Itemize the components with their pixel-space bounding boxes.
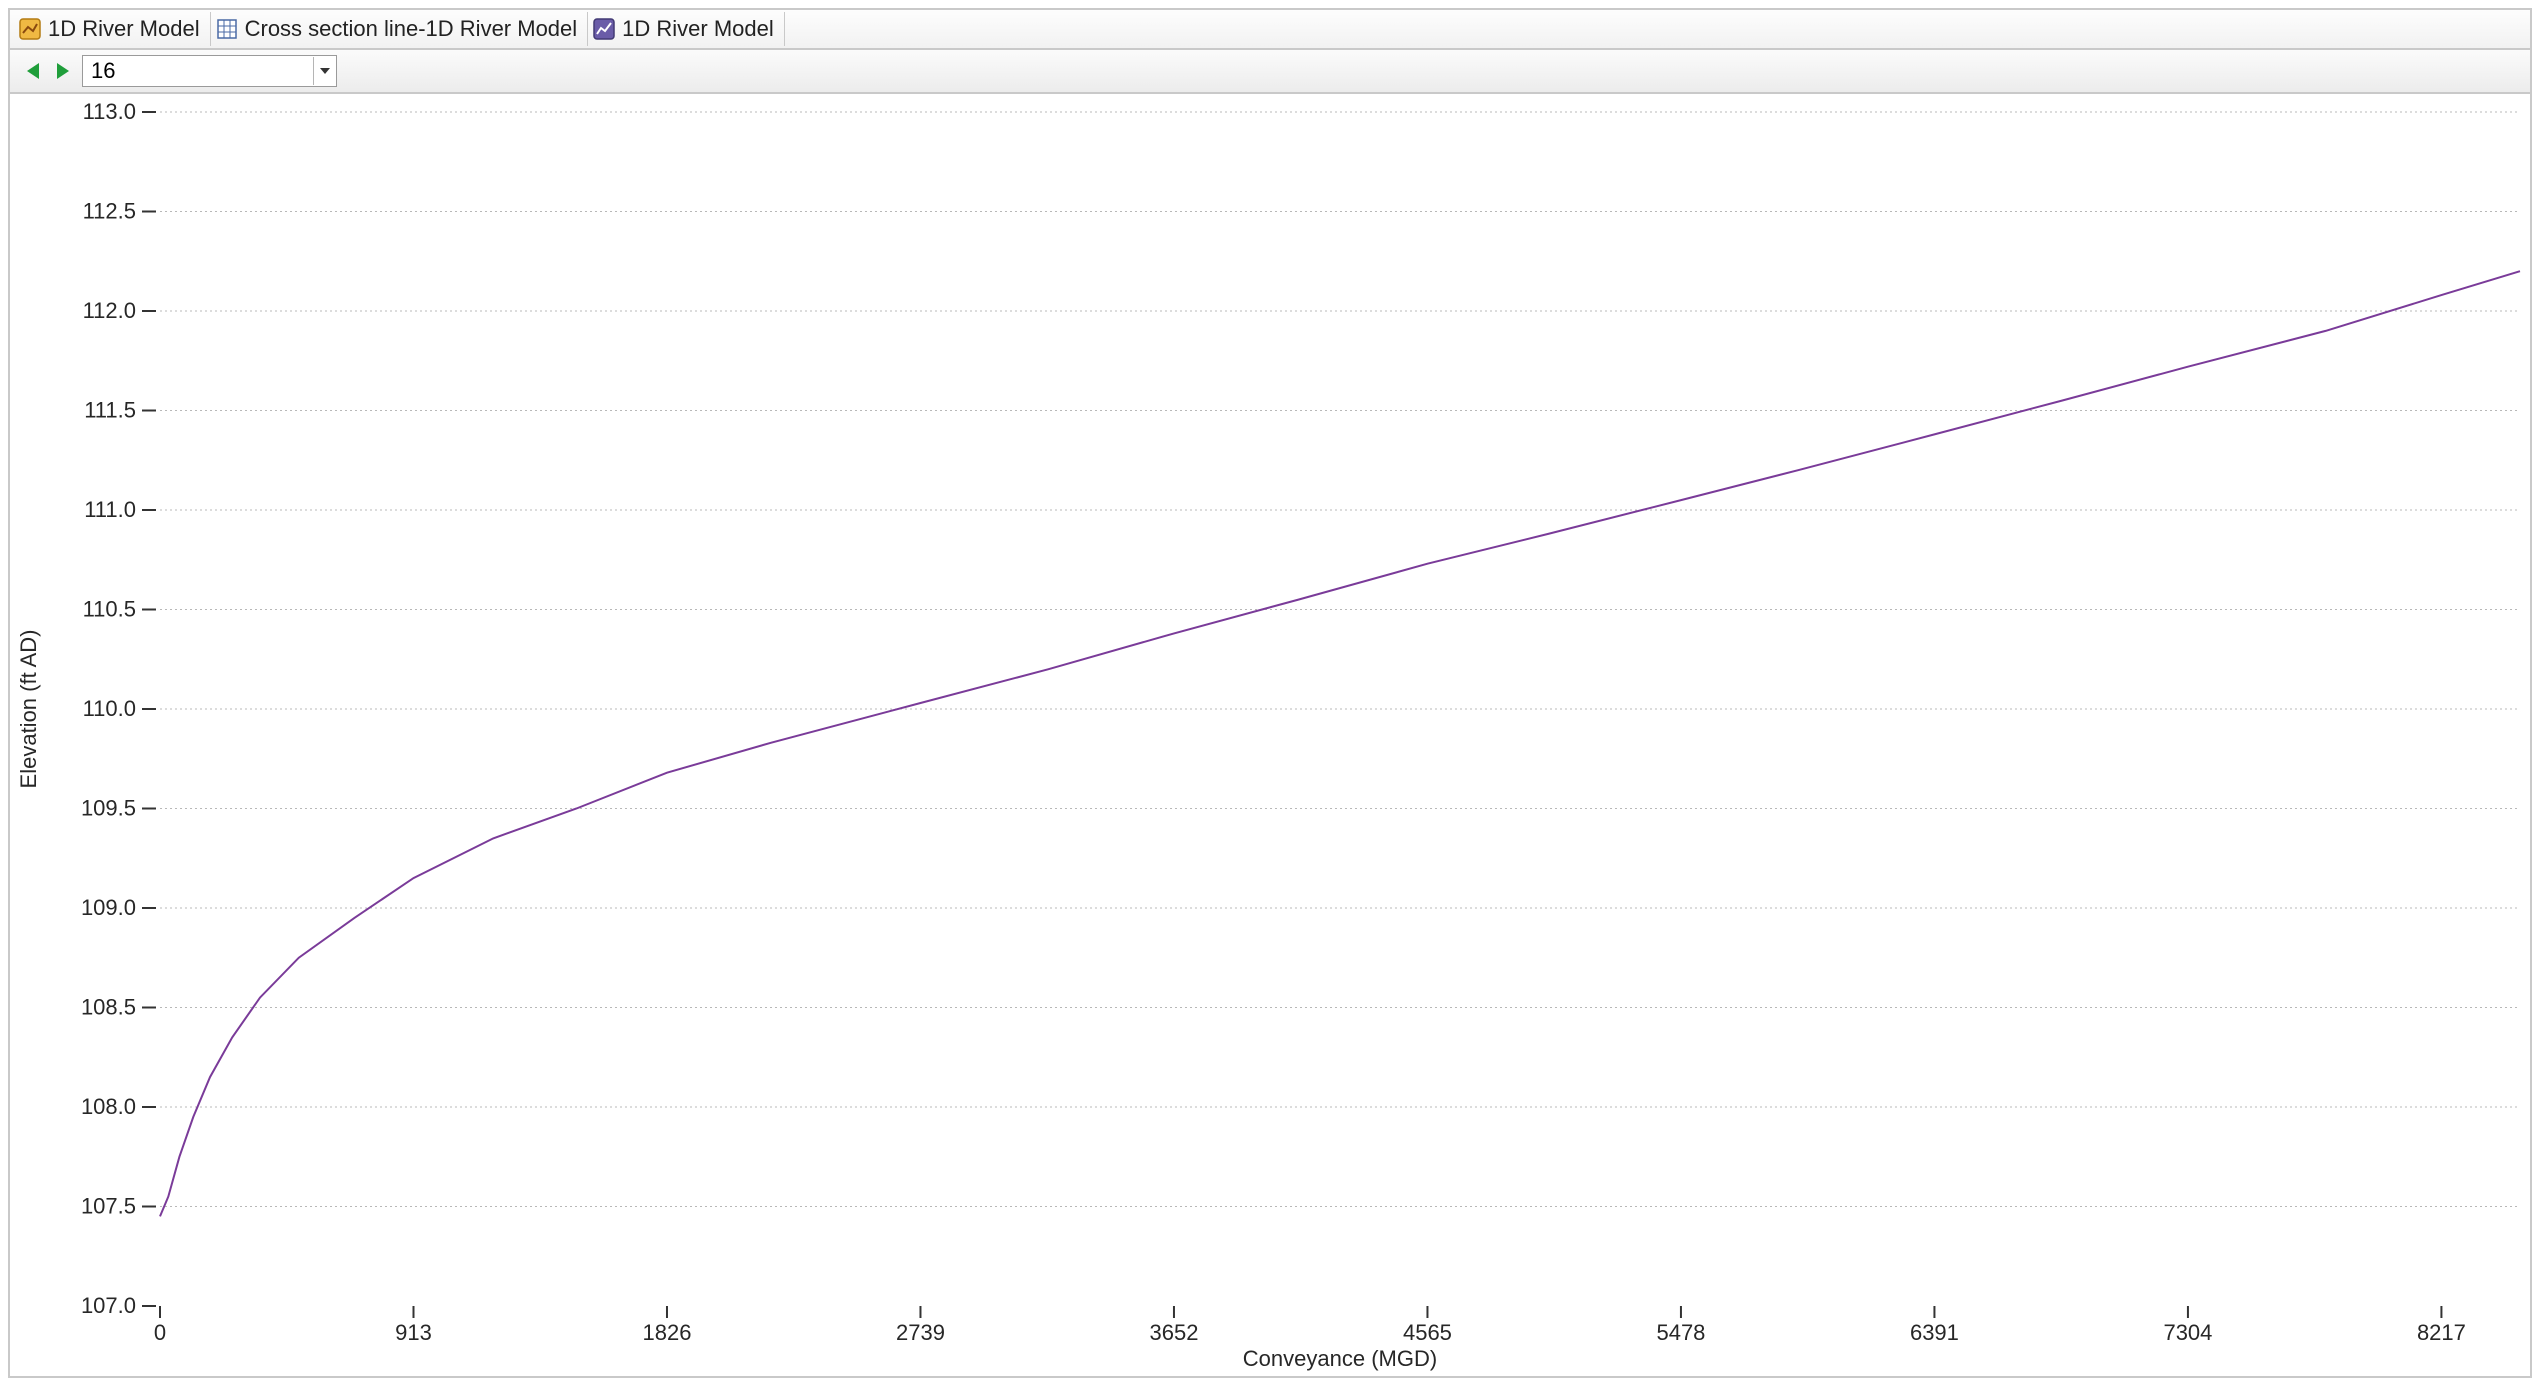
y-axis-title: Elevation (ft AD) xyxy=(16,630,41,789)
window-frame: 1D River Model Cross section line-1D Riv… xyxy=(8,8,2532,1378)
dropdown-arrow-icon[interactable] xyxy=(313,57,336,85)
previous-button[interactable] xyxy=(22,58,44,84)
tick-label-y: 110.0 xyxy=(83,696,136,721)
tick-label-x: 0 xyxy=(154,1320,166,1345)
tick-label-y: 110.5 xyxy=(83,597,136,622)
river-model-icon xyxy=(18,17,42,41)
tick-label-y: 113.0 xyxy=(83,99,136,124)
tick-label-x: 8217 xyxy=(2417,1320,2466,1345)
tick-label-y: 108.0 xyxy=(81,1094,136,1119)
tab-1d-river-model-2[interactable]: 1D River Model xyxy=(588,12,785,46)
section-input[interactable] xyxy=(83,56,313,86)
tick-label-x: 7304 xyxy=(2163,1320,2212,1345)
chart-area: 107.0 107.5 108.0 108.5 109.0 109.5 110.0 110.5… xyxy=(10,94,2530,1376)
tick-label-x: 1826 xyxy=(643,1320,692,1345)
grid-icon xyxy=(215,17,239,41)
conveyance-elevation-chart[interactable]: 107.0 107.5 108.0 108.5 109.0 109.5 110.0 110.5… xyxy=(10,94,2530,1376)
tick-label-x: 913 xyxy=(395,1320,432,1345)
tick-label-y: 111.0 xyxy=(84,497,136,522)
tick-label-y: 109.0 xyxy=(81,895,136,920)
tab-label: 1D River Model xyxy=(622,16,774,42)
next-button[interactable] xyxy=(52,58,74,84)
tick-label-y: 109.5 xyxy=(81,796,136,821)
tab-1d-river-model-1[interactable]: 1D River Model xyxy=(14,12,211,46)
tick-label-x: 4565 xyxy=(1403,1320,1452,1345)
tab-label: Cross section line-1D River Model xyxy=(245,16,578,42)
tick-label-x: 3652 xyxy=(1149,1320,1198,1345)
tab-strip: 1D River Model Cross section line-1D Riv… xyxy=(10,10,2530,50)
x-axis-title: Conveyance (MGD) xyxy=(1243,1346,1437,1371)
tick-label-y: 112.0 xyxy=(83,298,136,323)
series-conveyance-curve xyxy=(160,271,2520,1216)
tick-label-y: 111.5 xyxy=(84,398,136,423)
chart-icon xyxy=(592,17,616,41)
tab-label: 1D River Model xyxy=(48,16,200,42)
tab-cross-section[interactable]: Cross section line-1D River Model xyxy=(211,12,589,46)
tick-label-x: 5478 xyxy=(1656,1320,1705,1345)
playback-toolbar xyxy=(10,50,2530,94)
tick-label-x: 2739 xyxy=(896,1320,945,1345)
section-selector[interactable] xyxy=(82,55,337,87)
tick-label-y: 107.0 xyxy=(81,1293,136,1318)
tick-label-y: 112.5 xyxy=(83,199,136,224)
tick-label-y: 108.5 xyxy=(81,995,136,1020)
tick-label-y: 107.5 xyxy=(81,1194,136,1219)
tick-label-x: 6391 xyxy=(1910,1320,1959,1345)
